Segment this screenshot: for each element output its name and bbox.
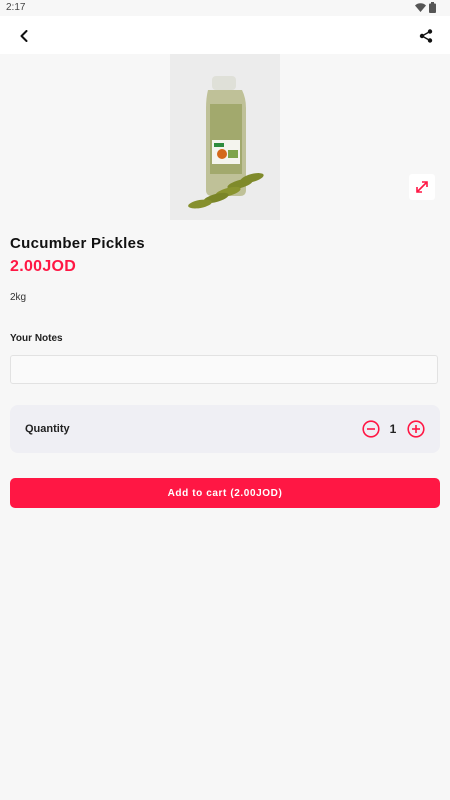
status-bar: 2:17 [0,0,450,16]
share-button[interactable] [414,24,438,48]
decrease-quantity-button[interactable] [362,420,380,438]
product-hero [0,54,450,220]
chevron-left-icon [20,30,28,42]
increase-quantity-button[interactable] [407,420,425,438]
add-to-cart-button[interactable]: Add to cart (2.00JOD) [10,478,440,508]
share-icon [419,29,433,43]
product-price: 2.00JOD [10,258,77,275]
pickle-jar-illustration [170,54,280,220]
quantity-value: 1 [389,422,397,436]
wifi-icon [415,3,426,12]
status-time: 2:17 [6,2,26,13]
notes-label: Your Notes [10,333,63,344]
product-weight: 2kg [10,292,27,303]
expand-image-button[interactable] [409,174,435,200]
app-bar [0,16,450,54]
status-icons [415,2,436,13]
back-button[interactable] [12,24,36,48]
product-image[interactable] [170,54,280,220]
battery-icon [429,2,436,13]
notes-input[interactable] [10,355,438,384]
product-name: Cucumber Pickles [10,235,145,252]
minus-circle-icon [362,420,380,438]
quantity-label: Quantity [25,423,70,435]
expand-icon [416,181,428,193]
plus-circle-icon [407,420,425,438]
quantity-stepper: Quantity 1 [10,405,440,453]
